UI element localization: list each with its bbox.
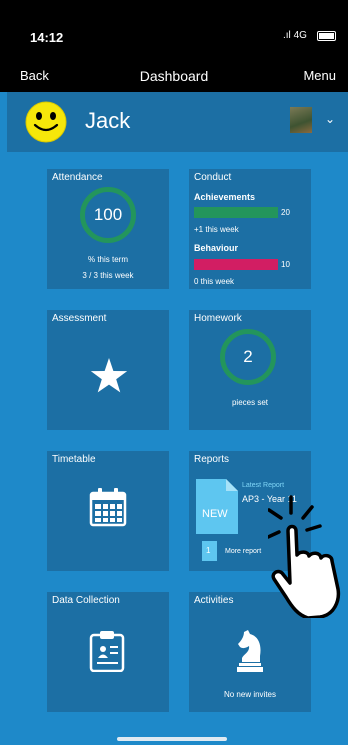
menu-button[interactable]: Menu [303,68,336,83]
achievements-label: Achievements [194,192,256,202]
tile-title: Homework [194,313,242,324]
tile-title: Assessment [52,313,107,324]
homework-ring: 2 [220,329,276,385]
calendar-icon [89,488,127,527]
attendance-tile[interactable]: Attendance 100 % this term 3 / 3 this we… [47,169,169,289]
smiley-icon [25,101,67,143]
homework-caption: pieces set [231,398,269,407]
tile-title: Conduct [194,172,232,183]
new-badge: NEW [202,508,228,520]
chess-knight-icon [237,630,263,672]
student-photo[interactable] [290,107,312,133]
star-icon [90,358,128,393]
behaviour-note: 0 this week [194,277,235,286]
network-indicator: .ıl 4G [283,30,307,41]
achievements-note: +1 this week [194,225,239,234]
tap-gesture-hand-icon [268,495,341,618]
more-report-icon: 1 [202,541,217,561]
user-header[interactable]: Jack ⌄ [7,92,348,152]
more-report-link[interactable]: More report [225,548,261,555]
tile-title: Timetable [52,454,96,465]
attendance-caption: % this term [87,255,128,264]
tile-title: Activities [194,595,234,606]
tile-title: Data Collection [52,595,120,606]
attendance-subcaption: 3 / 3 this week [82,271,134,280]
attendance-ring: 100 [80,187,136,243]
conduct-tile[interactable]: Conduct Achievements 20 +1 this week Beh… [189,169,311,289]
user-name: Jack [85,108,131,133]
home-indicator[interactable] [117,737,227,741]
page-title: Dashboard [139,68,209,84]
activities-caption: No new invites [223,690,277,699]
nav-bar: Back Dashboard Menu [0,62,348,92]
battery-icon [317,31,336,41]
achievements-bar [194,207,278,218]
status-bar: 14:12 .ıl 4G [0,0,348,62]
more-report-count: 1 [206,546,211,555]
timetable-tile[interactable]: Timetable [47,451,169,571]
clipboard-icon [89,631,125,672]
latest-report-label: Latest Report [242,482,285,489]
tile-title: Reports [194,454,230,465]
tile-title: Attendance [52,172,103,183]
status-time: 14:12 [30,30,64,45]
assessment-tile[interactable]: Assessment [47,310,169,430]
signal-icon: .ıl [283,30,291,41]
behaviour-bar [194,259,278,270]
behaviour-label: Behaviour [194,243,239,253]
data-collection-tile[interactable]: Data Collection [47,592,169,712]
report-document-icon [196,479,238,534]
homework-tile[interactable]: Homework 2 pieces set [189,310,311,430]
chevron-down-icon[interactable]: ⌄ [325,112,335,126]
network-label: 4G [293,30,307,41]
behaviour-value: 10 [281,260,290,269]
achievements-value: 20 [281,208,290,217]
